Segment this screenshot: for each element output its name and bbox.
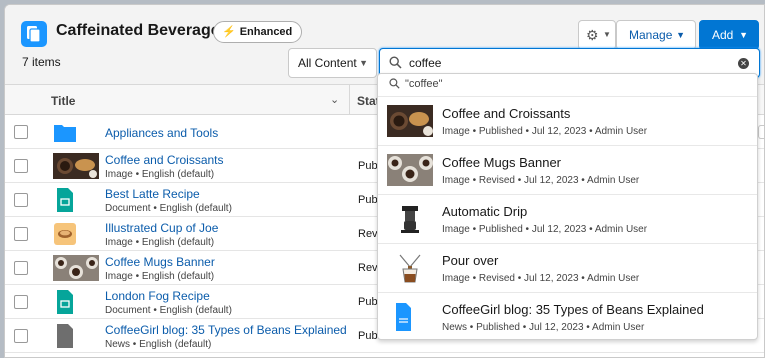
row-meta: Image • English (default) (105, 237, 215, 248)
search-query-suggestion[interactable]: "coffee" (378, 74, 757, 96)
row-title-link[interactable]: London Fog Recipe (105, 289, 210, 303)
suggestion-item[interactable]: Coffee Mugs Banner Image • Revised • Jul… (378, 145, 757, 194)
row-checkbox[interactable] (14, 261, 28, 275)
news-icon (57, 324, 73, 348)
manage-button[interactable]: Manage ▼ (616, 20, 696, 50)
image-thumbnail (387, 105, 433, 137)
row-checkbox[interactable] (14, 193, 28, 207)
row-title-link[interactable]: CoffeeGirl blog: 35 Types of Beans Expla… (105, 323, 347, 337)
row-checkbox[interactable] (14, 329, 28, 343)
document-icon (57, 188, 73, 212)
suggestion-title: Pour over (442, 253, 499, 268)
suggestion-item[interactable]: Automatic Drip Image • Published • Jul 1… (378, 194, 757, 243)
content-filter-select[interactable]: All Content ▼ (288, 48, 377, 78)
suggestion-meta: News • Published • Jul 12, 2023 • Admin … (442, 322, 645, 333)
search-value: coffee (409, 56, 442, 70)
image-thumbnail (387, 154, 433, 186)
row-title-link[interactable]: Best Latte Recipe (105, 187, 200, 201)
row-checkbox[interactable] (14, 295, 28, 309)
suggestion-item[interactable]: Pour over Image • Revised • Jul 12, 2023… (378, 243, 757, 292)
suggestion-meta: Image • Published • Jul 12, 2023 • Admin… (442, 224, 648, 235)
row-meta: Document • English (default) (105, 305, 232, 316)
row-checkbox[interactable] (14, 125, 28, 139)
enhanced-badge: ⚡ Enhanced (213, 21, 303, 43)
settings-menu-button[interactable]: ⚙ ▼ (578, 20, 616, 50)
suggestion-meta: Image • Published • Jul 12, 2023 • Admin… (442, 126, 648, 137)
suggestion-item[interactable]: Coffee and Croissants Image • Published … (378, 96, 757, 145)
folder-icon (54, 125, 76, 142)
column-divider[interactable] (349, 85, 350, 115)
suggestion-title: Coffee and Croissants (442, 106, 571, 121)
document-icon (57, 290, 73, 314)
chevron-down-icon: ▼ (676, 30, 685, 40)
column-title[interactable]: Title (51, 94, 75, 108)
row-checkbox[interactable] (14, 227, 28, 241)
image-thumbnail (54, 223, 76, 245)
query-text: "coffee" (405, 78, 443, 90)
image-thumbnail (53, 255, 99, 281)
row-title-link[interactable]: Coffee and Croissants (105, 153, 224, 167)
search-suggestions-dropdown: "coffee" Coffee and Croissants Image • P… (377, 73, 758, 340)
row-title-link[interactable]: Appliances and Tools (105, 126, 218, 140)
search-icon (389, 78, 400, 89)
row-meta: News • English (default) (105, 339, 212, 350)
filter-value: All Content (298, 56, 357, 70)
suggestion-meta: Image • Revised • Jul 12, 2023 • Admin U… (442, 175, 640, 186)
pour-over-image (387, 252, 433, 284)
row-meta: Document • English (default) (105, 203, 232, 214)
chevron-down-icon: ▼ (603, 30, 611, 39)
suggestion-meta: Image • Revised • Jul 12, 2023 • Admin U… (442, 273, 640, 284)
workspace-icon (21, 21, 47, 47)
add-button[interactable]: Add ▼ (699, 20, 759, 50)
chevron-down-icon: ▼ (359, 58, 368, 68)
row-title-link[interactable]: Illustrated Cup of Joe (105, 221, 218, 235)
chevron-down-icon: ▼ (739, 30, 748, 40)
coffee-maker-image (387, 203, 433, 235)
row-checkbox[interactable] (14, 159, 28, 173)
items-count: 7 items (22, 55, 61, 69)
manage-label: Manage (629, 28, 673, 42)
row-meta: Image • English (default) (105, 169, 215, 180)
badge-label: Enhanced (239, 26, 293, 38)
lightning-icon: ⚡ (222, 26, 236, 38)
suggestion-title: Automatic Drip (442, 204, 528, 219)
chevron-down-icon[interactable]: ⌄ (330, 93, 339, 106)
add-label: Add (712, 28, 734, 42)
news-icon (396, 303, 411, 331)
image-thumbnail (53, 153, 99, 179)
clear-search-icon[interactable]: ✕ (738, 58, 749, 69)
search-icon (389, 56, 402, 69)
page-title: Caffeinated Beverages (56, 22, 229, 39)
suggestion-title: Coffee Mugs Banner (442, 155, 561, 170)
gear-icon: ⚙ (586, 27, 599, 43)
row-action-menu[interactable] (758, 125, 764, 139)
row-title-link[interactable]: Coffee Mugs Banner (105, 255, 215, 269)
suggestion-title: CoffeeGirl blog: 35 Types of Beans Expla… (442, 302, 704, 317)
suggestion-item[interactable]: CoffeeGirl blog: 35 Types of Beans Expla… (378, 292, 757, 341)
row-meta: Image • English (default) (105, 271, 215, 282)
